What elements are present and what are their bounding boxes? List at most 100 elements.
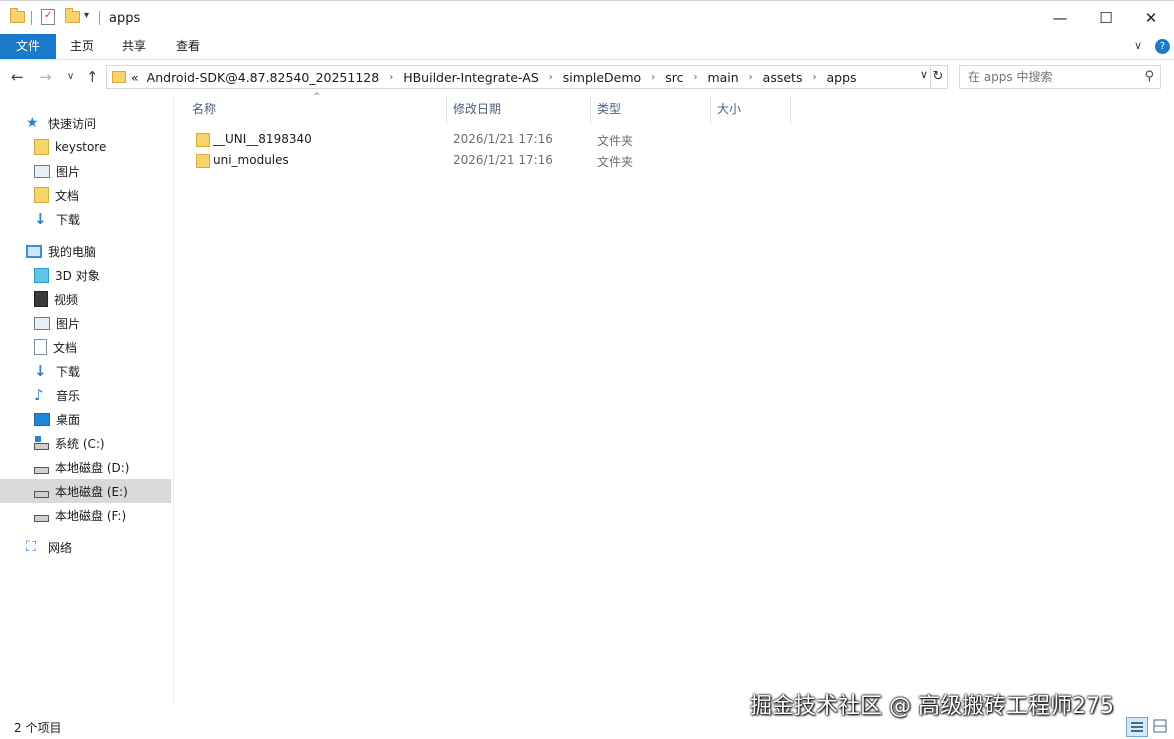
sidebar-item-music[interactable]: ♪ 音乐 [0,383,171,407]
breadcrumb-item[interactable]: src [665,70,683,85]
sidebar-item-label: 下载 [56,212,81,227]
forward-icon[interactable]: → [39,68,52,86]
search-icon[interactable]: ⚲ [1144,69,1154,84]
sidebar-item-3d-objects[interactable]: 3D 对象 [0,263,171,287]
sidebar-item-downloads-quick[interactable]: ↓ 下载 [0,207,171,231]
column-header-size[interactable]: 大小 [717,96,787,124]
recent-locations-icon[interactable]: ∨ [67,71,74,82]
sidebar-item-downloads[interactable]: ↓ 下载 [0,359,171,383]
column-divider[interactable] [710,96,711,124]
sidebar-item-videos[interactable]: 视频 [0,287,171,311]
folder-icon [34,139,49,155]
breadcrumb-separator-icon[interactable]: › [389,72,393,83]
minimize-button[interactable]: — [1037,1,1083,35]
search-box[interactable]: ⚲ [959,65,1161,89]
address-bar[interactable]: « Android-SDK@4.87.82540_20251128 › HBui… [106,65,931,89]
column-divider[interactable] [590,96,591,124]
sidebar-item-drive-e[interactable]: 本地磁盘 (E:) [0,479,171,503]
column-header-modified[interactable]: 修改日期 [453,96,583,124]
large-icons-view-icon [1153,719,1167,733]
column-header-name[interactable]: 名称 [192,96,442,124]
sidebar-item-label: 本地磁盘 (F:) [55,508,127,523]
sidebar-item-quick-access[interactable]: ★ 快速访问 [0,111,171,135]
sidebar-item-network[interactable]: ⛶ 网络 [0,535,171,559]
sidebar-item-label: 桌面 [56,412,81,427]
sidebar-item-label: 快速访问 [48,116,97,131]
breadcrumb-separator-icon[interactable]: › [549,72,553,83]
sidebar-item-label: 本地磁盘 (E:) [55,484,128,499]
download-icon: ↓ [34,210,47,228]
folder-icon [196,154,210,168]
close-button[interactable]: ✕ [1128,1,1174,35]
sidebar-item-label: 本地磁盘 (D:) [55,460,130,475]
properties-icon[interactable]: ✓ [41,9,55,25]
sidebar-item-drive-f[interactable]: 本地磁盘 (F:) [0,503,171,527]
table-row[interactable]: __UNI__8198340 2026/1/21 17:16 文件夹 [174,129,774,150]
address-dropdown-icon[interactable]: ∨ [920,68,928,81]
sidebar-item-keystore[interactable]: keystore [0,135,171,159]
column-headers: 名称 修改日期 类型 大小 [174,96,1174,124]
breadcrumb-separator-icon[interactable]: › [651,72,655,83]
details-view-icon [1131,722,1143,732]
document-icon [34,339,47,355]
large-icons-view-button[interactable] [1151,717,1169,735]
breadcrumb-item-current[interactable]: apps [826,70,856,85]
video-icon [34,291,48,307]
refresh-button[interactable]: ↻ [929,65,948,89]
pictures-icon [34,316,50,330]
sidebar-item-documents-quick[interactable]: 文档 [0,183,171,207]
tab-home[interactable]: 主页 [56,34,108,59]
table-row[interactable]: uni_modules 2026/1/21 17:16 文件夹 [174,150,774,171]
help-icon[interactable]: ? [1155,39,1170,54]
tab-view[interactable]: 查看 [162,34,214,59]
up-icon[interactable]: ↑ [86,68,99,86]
breadcrumb-item[interactable]: simpleDemo [563,70,641,85]
drive-icon [34,490,49,498]
column-divider[interactable] [446,96,447,124]
sidebar-item-label: 图片 [56,316,81,331]
watermark: 掘金技术社区 @ 高级搬砖工程师275 [750,694,1114,719]
minimize-icon: — [1052,9,1068,27]
tab-file[interactable]: 文件 [0,34,56,59]
quick-access-divider [31,11,32,25]
sidebar-item-label: 我的电脑 [48,244,97,259]
sidebar-item-label: keystore [55,140,107,154]
maximize-button[interactable]: ☐ [1083,1,1129,35]
folder-icon[interactable] [10,8,25,23]
search-input[interactable] [960,66,1146,88]
ribbon-tabs: 文件 主页 共享 查看 [0,34,1174,60]
breadcrumb-item[interactable]: Android-SDK@4.87.82540_20251128 [147,70,380,85]
sidebar-item-drive-d[interactable]: 本地磁盘 (D:) [0,455,171,479]
details-view-button[interactable] [1126,717,1148,737]
breadcrumb-item[interactable]: HBuilder-Integrate-AS [403,70,539,85]
sidebar-item-pictures[interactable]: 图片 [0,311,171,335]
column-divider[interactable] [790,96,791,124]
title-bar: ✓ ▾ apps — ☐ ✕ [0,0,1174,35]
folder-icon [196,133,210,147]
breadcrumb: « Android-SDK@4.87.82540_20251128 › HBui… [131,66,857,88]
sidebar-item-this-pc[interactable]: 我的电脑 [0,239,171,263]
file-name: uni_modules [213,153,289,167]
sidebar-item-drive-c[interactable]: 系统 (C:) [0,431,171,455]
breadcrumb-item[interactable]: main [707,70,738,85]
sidebar-item-documents[interactable]: 文档 [0,335,171,359]
new-folder-icon[interactable] [65,8,80,23]
breadcrumb-item[interactable]: assets [763,70,803,85]
breadcrumb-separator-icon[interactable]: › [812,72,816,83]
breadcrumb-separator-icon[interactable]: › [693,72,697,83]
folder-icon [34,187,49,203]
column-header-type[interactable]: 类型 [597,96,707,124]
music-icon: ♪ [34,386,44,404]
back-icon[interactable]: ← [11,68,24,86]
ribbon-collapse-icon[interactable]: ∨ [1134,39,1142,52]
breadcrumb-separator-icon[interactable]: › [749,72,753,83]
sidebar-item-label: 3D 对象 [55,268,100,283]
breadcrumb-overflow[interactable]: « [131,70,139,85]
sidebar-item-desktop[interactable]: 桌面 [0,407,171,431]
tab-share[interactable]: 共享 [108,34,160,59]
customize-toolbar-icon[interactable]: ▾ [84,10,89,21]
file-modified: 2026/1/21 17:16 [453,132,553,146]
sidebar-item-pictures-quick[interactable]: 图片 [0,159,171,183]
network-icon: ⛶ [26,539,36,555]
file-modified: 2026/1/21 17:16 [453,153,553,167]
